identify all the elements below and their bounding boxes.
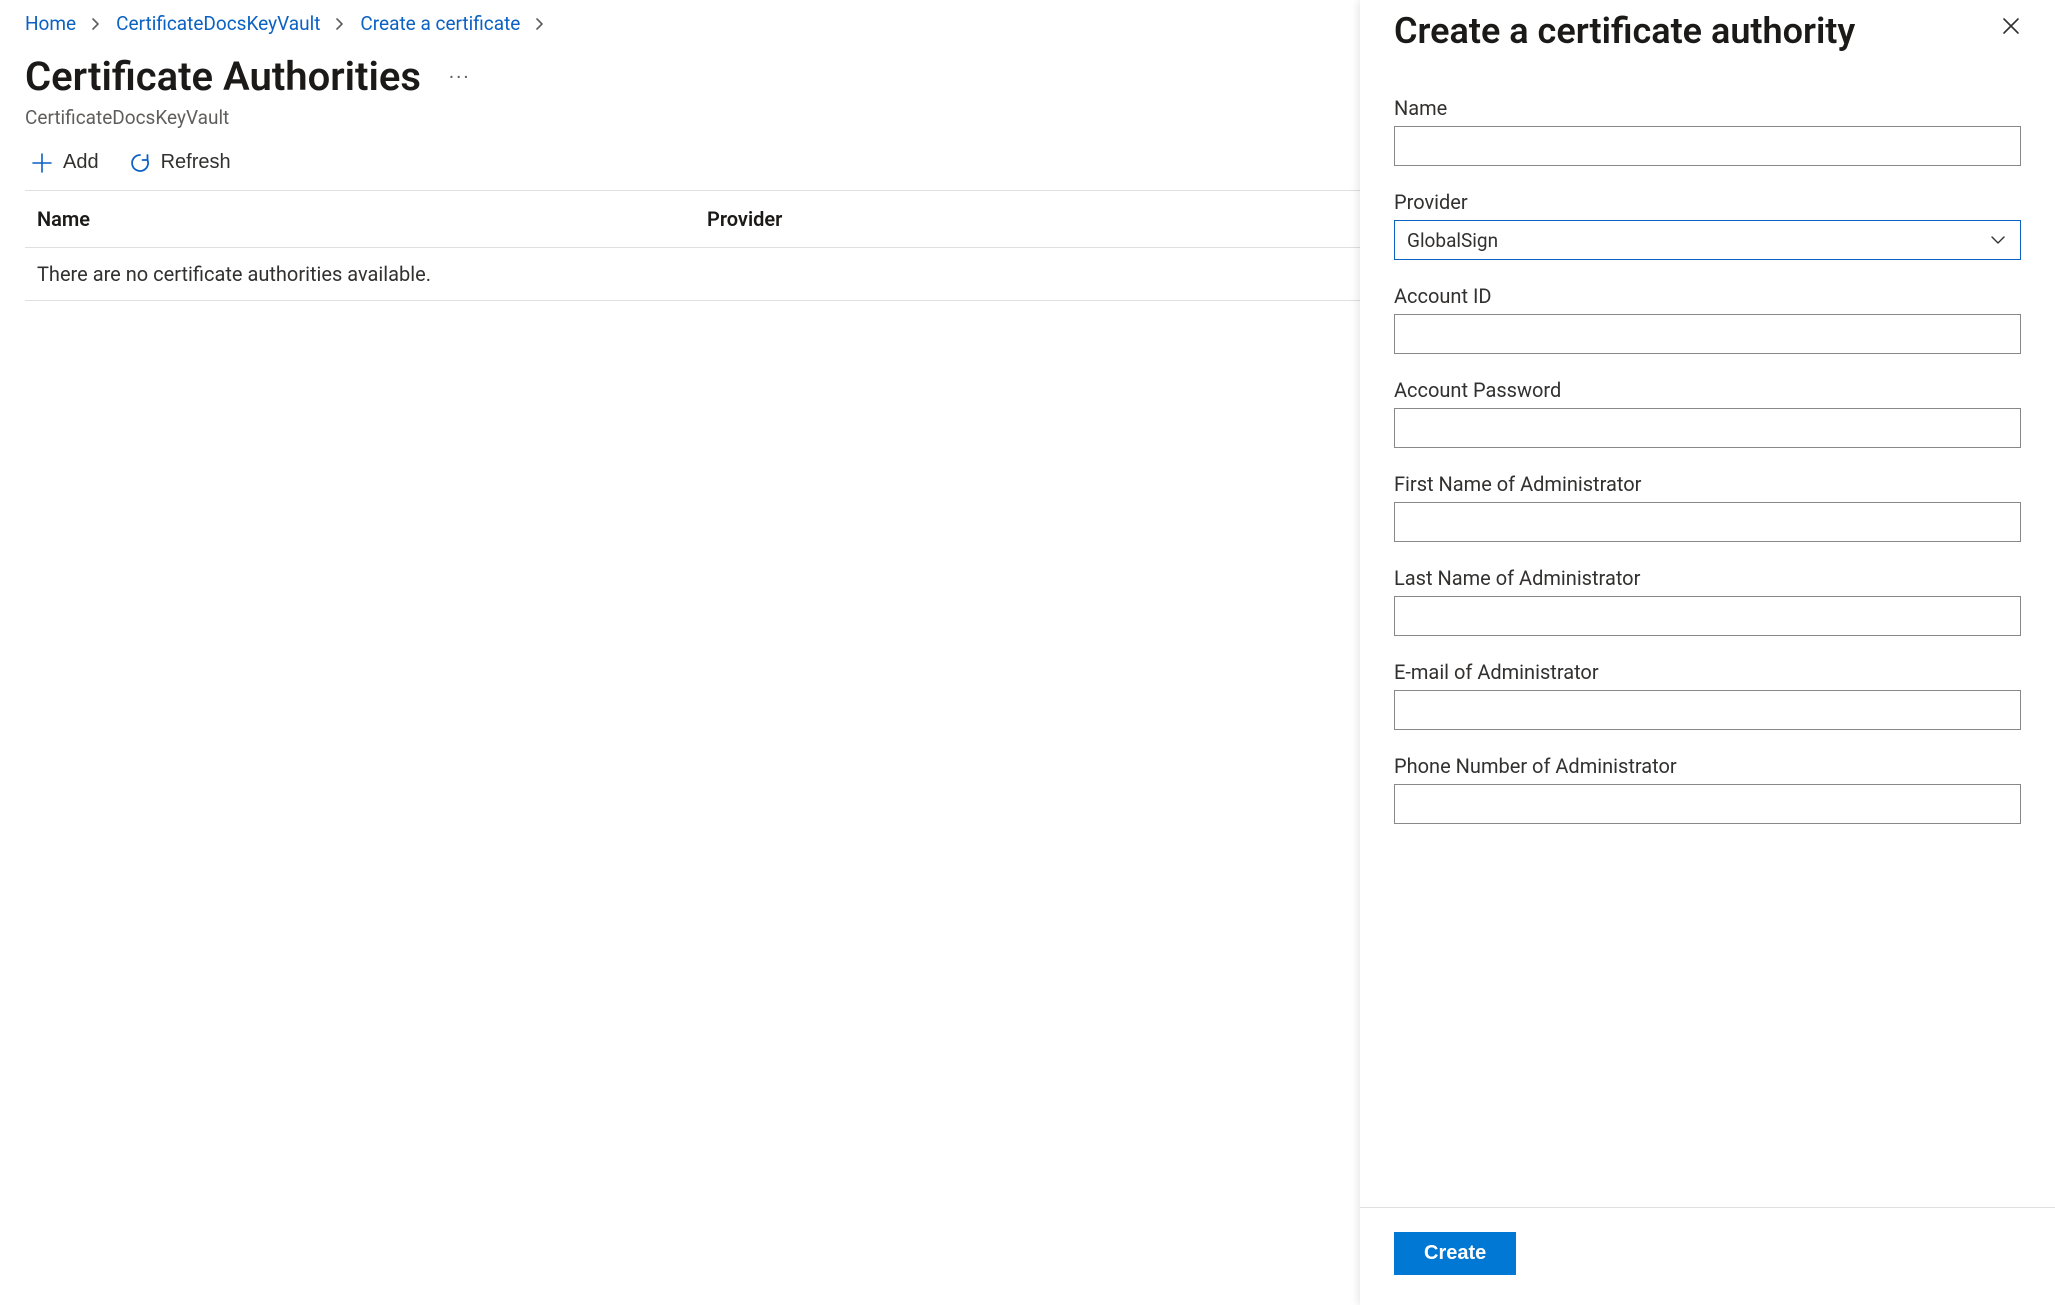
- field-admin-email: E-mail of Administrator: [1394, 660, 2021, 730]
- select-provider-value: GlobalSign: [1395, 229, 1976, 252]
- label-admin-first-name: First Name of Administrator: [1394, 472, 2021, 496]
- label-account-password: Account Password: [1394, 378, 2021, 402]
- label-admin-email: E-mail of Administrator: [1394, 660, 2021, 684]
- select-provider[interactable]: GlobalSign: [1394, 220, 2021, 260]
- chevron-right-icon: [534, 12, 546, 35]
- input-account-password[interactable]: [1394, 408, 2021, 448]
- input-admin-first-name[interactable]: [1394, 502, 2021, 542]
- col-header-name[interactable]: Name: [37, 207, 707, 231]
- close-button[interactable]: [1995, 10, 2027, 42]
- field-account-id: Account ID: [1394, 284, 2021, 354]
- input-admin-email[interactable]: [1394, 690, 2021, 730]
- input-admin-phone[interactable]: [1394, 784, 2021, 824]
- page-title: Certificate Authorities: [25, 53, 421, 100]
- label-account-id: Account ID: [1394, 284, 2021, 308]
- label-admin-phone: Phone Number of Administrator: [1394, 754, 2021, 778]
- input-name[interactable]: [1394, 126, 2021, 166]
- field-account-password: Account Password: [1394, 378, 2021, 448]
- panel-header: Create a certificate authority: [1360, 0, 2055, 52]
- label-admin-last-name: Last Name of Administrator: [1394, 566, 2021, 590]
- add-button[interactable]: Add: [31, 151, 99, 174]
- label-provider: Provider: [1394, 190, 2021, 214]
- refresh-button-label: Refresh: [161, 151, 231, 174]
- panel-title: Create a certificate authority: [1394, 10, 1855, 52]
- field-name: Name: [1394, 96, 2021, 166]
- chevron-right-icon: [90, 12, 102, 35]
- breadcrumb-create-cert[interactable]: Create a certificate: [360, 12, 520, 35]
- field-admin-phone: Phone Number of Administrator: [1394, 754, 2021, 824]
- field-provider: Provider GlobalSign: [1394, 190, 2021, 260]
- input-admin-last-name[interactable]: [1394, 596, 2021, 636]
- chevron-down-icon: [1976, 232, 2020, 248]
- refresh-button[interactable]: Refresh: [129, 151, 231, 174]
- input-account-id[interactable]: [1394, 314, 2021, 354]
- more-icon[interactable]: ···: [449, 67, 471, 87]
- field-admin-last-name: Last Name of Administrator: [1394, 566, 2021, 636]
- chevron-right-icon: [334, 12, 346, 35]
- panel-body: Name Provider GlobalSign Account ID Acco…: [1360, 52, 2055, 1207]
- breadcrumb-keyvault[interactable]: CertificateDocsKeyVault: [116, 12, 320, 35]
- create-ca-panel: Create a certificate authority Name Prov…: [1360, 0, 2055, 1305]
- breadcrumb-home[interactable]: Home: [25, 12, 76, 35]
- refresh-icon: [129, 152, 151, 174]
- label-name: Name: [1394, 96, 2021, 120]
- field-admin-first-name: First Name of Administrator: [1394, 472, 2021, 542]
- add-button-label: Add: [63, 151, 99, 174]
- close-icon: [2001, 24, 2021, 39]
- create-button[interactable]: Create: [1394, 1232, 1516, 1275]
- plus-icon: [31, 152, 53, 174]
- panel-footer: Create: [1360, 1207, 2055, 1305]
